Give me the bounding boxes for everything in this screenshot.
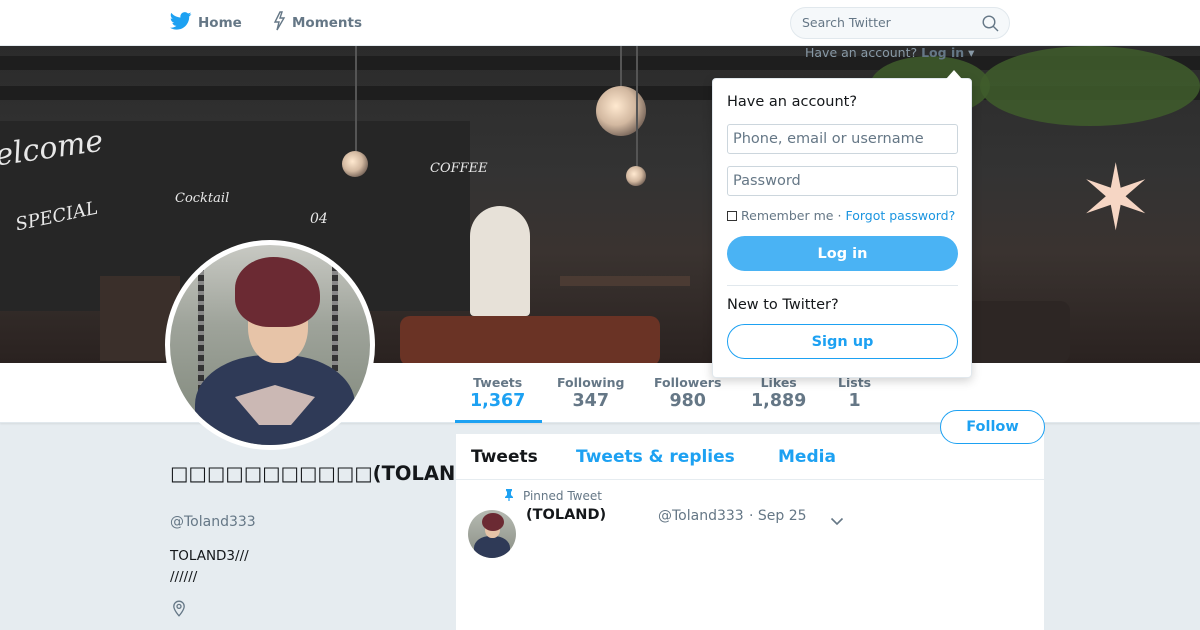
- profile-name[interactable]: □□□□□□□□□□□(TOLAND□□□□□□□□□□): [170, 459, 665, 488]
- lightning-icon: [272, 11, 292, 35]
- lamp-cord: [636, 46, 638, 171]
- tab-tweets-and-replies[interactable]: Tweets & replies: [576, 447, 735, 467]
- light-bulb: [342, 151, 368, 177]
- new-to-twitter-label: New to Twitter?: [727, 297, 839, 313]
- search-icon[interactable]: [982, 15, 999, 36]
- location-pin-icon: [171, 600, 187, 621]
- stat-tweets[interactable]: Tweets 1,367: [470, 375, 525, 411]
- remember-label[interactable]: Remember me: [741, 208, 833, 223]
- tab-media[interactable]: Media: [778, 447, 836, 467]
- remember-checkbox[interactable]: [727, 210, 737, 221]
- twitter-bird-icon: [169, 12, 198, 34]
- avatar-hair: [235, 257, 320, 327]
- remember-row: Remember me · Forgot password?: [727, 208, 955, 223]
- nav-home-label: Home: [198, 15, 242, 31]
- sofa: [400, 316, 660, 363]
- star-lamp: ✶: [1078, 146, 1154, 251]
- pinned-label-text: Pinned Tweet: [523, 489, 602, 503]
- lamp-cord: [355, 46, 357, 156]
- login-prompt: Have an account? Log in ▾: [805, 45, 974, 60]
- stat-value: 347: [572, 391, 609, 411]
- separator-dot: ·: [837, 208, 842, 223]
- nav-moments-label: Moments: [292, 15, 363, 31]
- search-box: [790, 7, 1010, 39]
- stat-label: Following: [557, 375, 625, 390]
- cafe-table: [560, 276, 690, 286]
- profile-handle[interactable]: @Toland333: [170, 514, 256, 530]
- tweet-author-name[interactable]: (TOLAND): [526, 507, 606, 523]
- light-bulb: [596, 86, 646, 136]
- stat-likes[interactable]: Likes 1,889: [751, 375, 806, 411]
- stat-lists[interactable]: Lists 1: [838, 375, 871, 411]
- chalk-drawing: COFFEE: [430, 161, 488, 176]
- nav-home[interactable]: Home: [169, 0, 242, 46]
- login-button[interactable]: Log in: [727, 236, 958, 271]
- nav-moments[interactable]: Moments: [272, 0, 362, 46]
- stat-value: 1,889: [751, 391, 807, 411]
- tweet-avatar-hair: [482, 513, 504, 531]
- profile-avatar[interactable]: [165, 240, 375, 450]
- stat-label: Tweets: [473, 375, 523, 390]
- chevron-down-icon: ▾: [968, 45, 975, 60]
- username-field[interactable]: [727, 124, 958, 154]
- forgot-password-link[interactable]: Forgot password?: [845, 208, 955, 223]
- tweet-avatar[interactable]: [468, 510, 516, 558]
- stat-value: 1: [848, 391, 861, 411]
- login-dropdown: Have an account? Remember me · Forgot pa…: [712, 70, 972, 378]
- active-stat-underline: [455, 420, 542, 423]
- search-input[interactable]: [802, 15, 977, 30]
- tab-tweets[interactable]: Tweets: [471, 447, 538, 467]
- signup-button[interactable]: Sign up: [727, 324, 958, 359]
- mirror-frame: [470, 206, 530, 316]
- stat-value: 980: [669, 391, 706, 411]
- stat-following[interactable]: Following 347: [557, 375, 624, 411]
- tweet-timestamp[interactable]: · Sep 25: [749, 508, 807, 524]
- password-field[interactable]: [727, 166, 958, 196]
- top-navigation: Home Moments: [0, 0, 1200, 46]
- timeline: Tweets Tweets & replies Media Pinned Twe…: [456, 434, 1044, 630]
- login-link[interactable]: Log in: [921, 45, 964, 60]
- login-panel-title: Have an account?: [727, 94, 858, 110]
- chalk-drawing: Cocktail: [175, 191, 230, 206]
- profile-bio: TOLAND3/// //////: [170, 548, 249, 585]
- follow-button[interactable]: Follow: [940, 410, 1045, 444]
- pin-icon: [503, 488, 523, 504]
- light-bulb: [626, 166, 646, 186]
- tweet-avatar-shirt: [474, 536, 510, 558]
- stat-label: Followers: [654, 375, 722, 390]
- pinned-tweet-label: Pinned Tweet: [503, 488, 602, 504]
- divider: [727, 285, 958, 286]
- login-prompt-text: Have an account?: [805, 45, 918, 60]
- chalk-drawing: 04: [310, 211, 328, 227]
- stat-followers[interactable]: Followers 980: [654, 375, 721, 411]
- stat-value: 1,367: [470, 391, 526, 411]
- tweet-author-handle[interactable]: @Toland333: [658, 508, 744, 524]
- hanging-plants: [980, 46, 1200, 126]
- chevron-down-icon[interactable]: [830, 511, 844, 530]
- lamp-cord: [620, 46, 622, 91]
